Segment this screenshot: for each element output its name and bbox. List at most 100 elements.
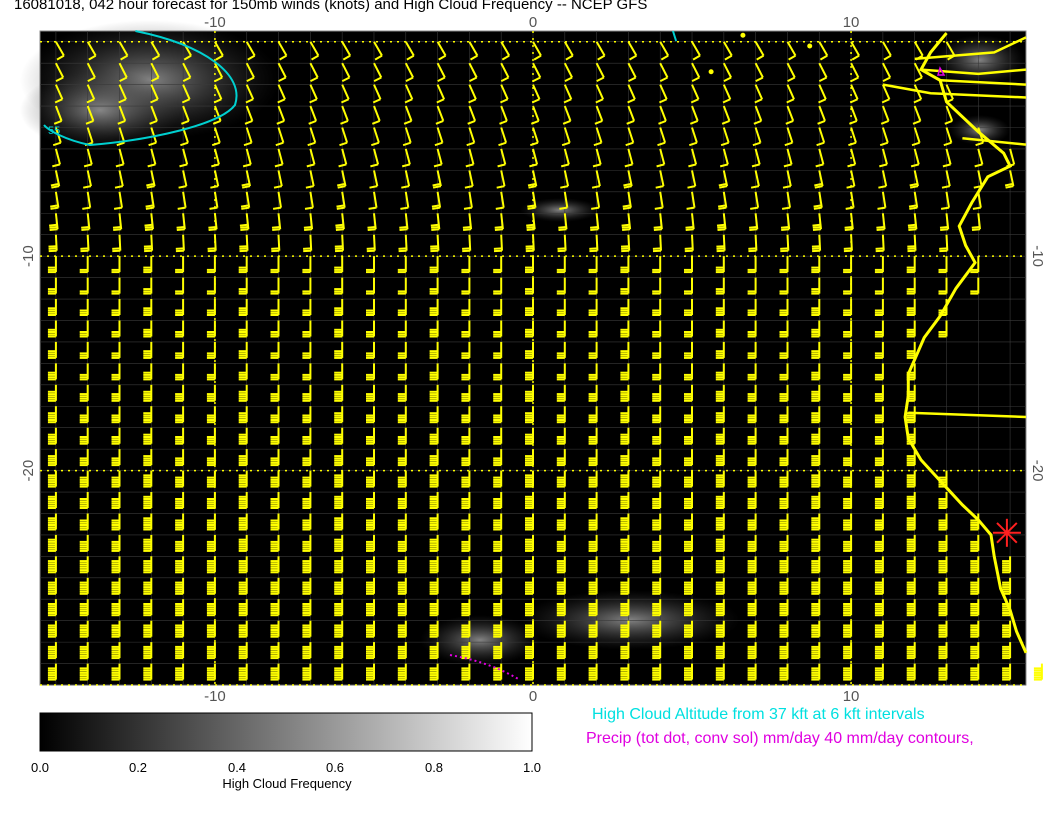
barb-flag [209,229,217,230]
barb-flag [430,248,438,249]
barb-flag [176,248,184,249]
barb-flag [272,227,280,228]
barb-flag [399,227,407,228]
barb-flag [909,208,917,209]
barb-flag [145,225,153,226]
barb-flag [337,205,345,206]
barb-flag [590,229,598,230]
barb-flag [780,248,788,249]
barb-flag [368,227,376,228]
barb-flag [973,208,981,209]
barb-flag [845,227,853,228]
barb-flag [464,208,472,209]
barb-flag [239,248,247,249]
barb-flag [368,229,376,230]
barb-flag [846,208,854,209]
barb-flag [335,225,343,226]
barb-flag [940,229,948,230]
barb-flag [208,248,216,249]
barb-flag [272,229,280,230]
barb-flag [463,227,471,228]
barb-flag [845,229,853,230]
barb-flag [462,248,470,249]
barb-flag [144,248,152,249]
barb-flag [336,229,344,230]
barb-flag [623,205,631,206]
barb-flag [748,248,756,249]
barb-flag [304,227,312,228]
barb-flag [717,227,725,228]
barb-flag [718,205,726,206]
barb-flag [972,227,980,228]
barb-flag [335,248,343,249]
barb-flag [687,208,695,209]
barb-flag [431,229,439,230]
barb-flag [240,227,248,228]
barb-flag [939,248,947,249]
barb-flag [908,229,916,230]
barb-flag [589,248,597,249]
barb-flag [877,229,885,230]
barb-flag [717,248,725,249]
barb-flag [941,208,949,209]
barb-flag [655,208,663,209]
barb-flag [51,208,59,209]
barb-flag [146,205,154,206]
barb-flag [717,225,725,226]
barb-flag [145,229,153,230]
barb-flag [49,248,57,249]
barb-flag [559,229,567,230]
barb-flag [336,227,344,228]
barb-flag [527,205,535,206]
barb-flag [432,208,440,209]
barb-flag [590,227,598,228]
barb-flag [814,205,822,206]
barb-flag [685,248,693,249]
barb-flag [114,208,122,209]
barb-flag [559,208,567,209]
barb-flag [812,248,820,249]
barb-flag [178,208,186,209]
barb-flag [558,248,566,249]
barb-flag [813,225,821,226]
barb-flag [50,205,58,206]
barb-flag [526,248,534,249]
barb-flag [718,229,726,230]
barb-flag [210,208,218,209]
barb-flag [81,229,89,230]
cloud-patch [20,70,180,150]
barb-flag [686,229,694,230]
barb-flag [749,227,757,228]
barb-flag [432,205,440,206]
barb-flag [782,208,790,209]
barb-flag [240,229,248,230]
barb-flag [177,227,185,228]
barb-flag [622,229,630,230]
barb-flag [653,248,661,249]
barb-flag [82,208,90,209]
barb-flag [241,205,249,206]
barb-flag [591,208,599,209]
barb-flag [940,227,948,228]
barb-flag [49,225,57,226]
barb-flag [621,248,629,249]
barb-flag [654,229,662,230]
barb-flag [876,227,884,228]
barb-flag [654,227,662,228]
barb-flag [240,225,248,226]
barb-flag [271,248,279,249]
barb-flag [814,208,822,209]
barb-flag [431,225,439,226]
barb-flag [50,229,58,230]
barb-flag [496,208,504,209]
barb-flag [622,225,630,226]
barb-flag [876,248,884,249]
barb-flag [622,227,630,228]
barb-flag [781,229,789,230]
barb-flag [305,208,313,209]
barb-flag [686,227,694,228]
barb-flag [528,208,536,209]
barb-flag [241,208,249,209]
cloud-patch [520,198,600,222]
barb-flag [907,248,915,249]
